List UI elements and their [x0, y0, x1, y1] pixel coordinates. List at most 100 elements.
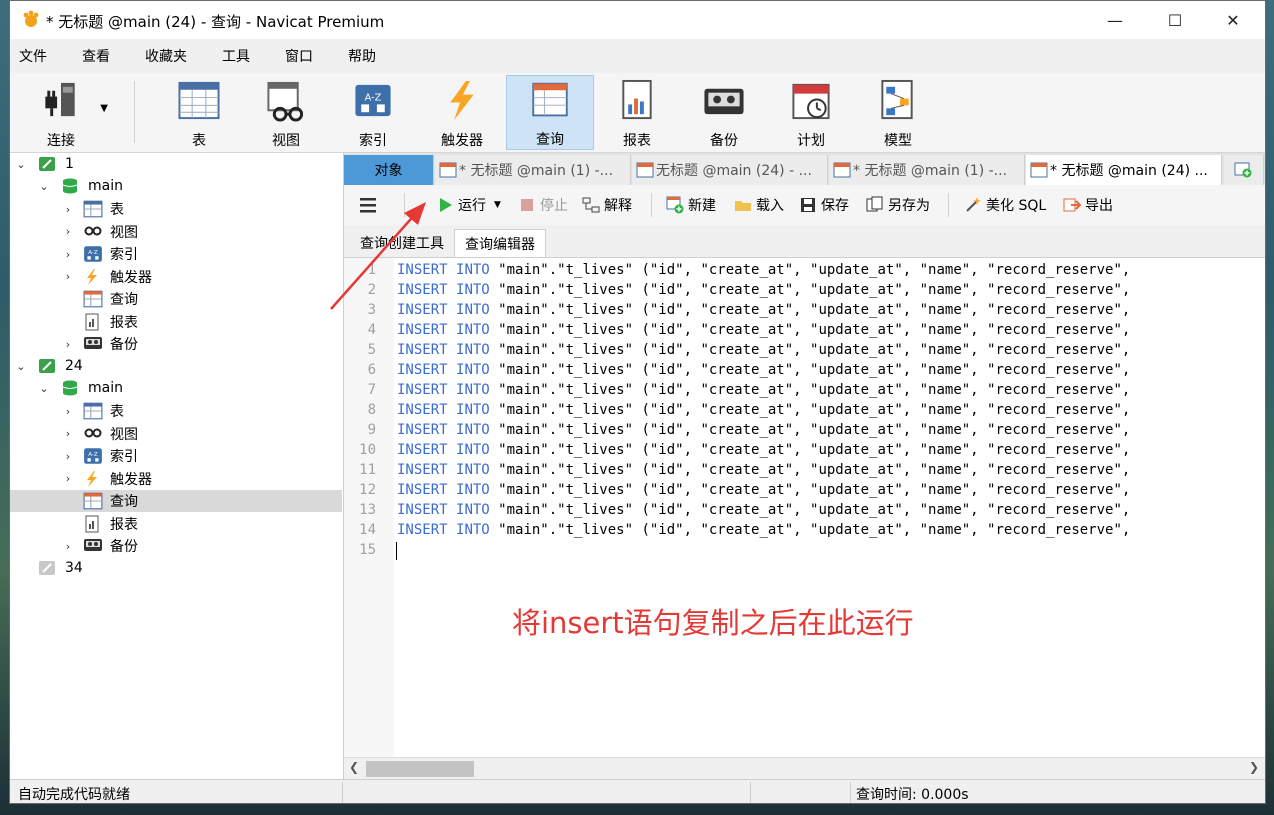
- connect-dropdown-icon[interactable]: ▼: [100, 103, 108, 114]
- tree-label: main: [88, 178, 123, 194]
- scroll-right-icon[interactable]: ❯: [1249, 760, 1259, 774]
- chevron-down-icon[interactable]: ⌄: [15, 158, 27, 171]
- hamburger-menu-icon[interactable]: [358, 194, 378, 216]
- chevron-right-icon[interactable]: ›: [62, 540, 74, 553]
- chevron-down-icon[interactable]: ⌄: [38, 180, 50, 193]
- tab-query-2[interactable]: 无标题 @main (24) - ...: [632, 155, 828, 185]
- connect-button[interactable]: 连接 ▼: [16, 75, 108, 150]
- code-line[interactable]: 2 INSERT INTO "main"."t_lives" ("id", "cr…: [344, 282, 1265, 302]
- code-line[interactable]: 7 INSERT INTO "main"."t_lives" ("id", "cr…: [344, 382, 1265, 402]
- sql-keyword: INTO: [456, 462, 490, 478]
- tree-item-triggers[interactable]: › 触发器: [10, 468, 342, 490]
- tree-item-views[interactable]: › 视图: [10, 423, 342, 445]
- chevron-right-icon[interactable]: ›: [62, 427, 74, 440]
- code-line[interactable]: 5 INSERT INTO "main"."t_lives" ("id", "cr…: [344, 342, 1265, 362]
- horizontal-scrollbar[interactable]: ❮ ❯: [344, 757, 1265, 780]
- index-button[interactable]: A-Z 索引: [330, 75, 416, 150]
- code-line[interactable]: 14 INSERT INTO "main"."t_lives" ("id", "c…: [344, 522, 1265, 542]
- tab-query-3[interactable]: * 无标题 @main (1) -...: [829, 155, 1025, 185]
- tree-database-main[interactable]: ⌄ main: [10, 175, 342, 197]
- tree-item-triggers[interactable]: › 触发器: [10, 266, 342, 288]
- tab-objects[interactable]: 对象: [344, 155, 434, 185]
- code-line[interactable]: 10 INSERT INTO "main"."t_lives" ("id", "c…: [344, 442, 1265, 462]
- tree-item-tables[interactable]: › 表: [10, 400, 342, 422]
- menu-file[interactable]: 文件: [10, 46, 47, 66]
- tree-item-queries[interactable]: 查询: [10, 490, 342, 512]
- view-button[interactable]: 视图: [243, 75, 329, 150]
- code-line[interactable]: 13 INSERT INTO "main"."t_lives" ("id", "c…: [344, 502, 1265, 522]
- status-bar: 自动完成代码就绪 查询时间: 0.000s: [10, 779, 1265, 803]
- tab-query-editor[interactable]: 查询编辑器: [454, 229, 546, 257]
- minimize-button[interactable]: —: [1087, 1, 1143, 39]
- tab-query-builder[interactable]: 查询创建工具: [350, 229, 454, 257]
- code-line[interactable]: 4 INSERT INTO "main"."t_lives" ("id", "cr…: [344, 322, 1265, 342]
- table-button[interactable]: 表: [156, 75, 242, 150]
- tree-database-main[interactable]: ⌄ main: [10, 377, 342, 399]
- code-line[interactable]: 3 INSERT INTO "main"."t_lives" ("id", "cr…: [344, 302, 1265, 322]
- run-button[interactable]: 运行 ▼: [436, 194, 501, 216]
- new-query-tab-button[interactable]: [1224, 155, 1264, 185]
- tree-item-queries[interactable]: 查询: [10, 288, 342, 310]
- query-button[interactable]: 查询: [506, 75, 594, 150]
- chevron-right-icon[interactable]: ›: [62, 225, 74, 238]
- scroll-left-icon[interactable]: ❮: [349, 760, 359, 774]
- tree-connection-1[interactable]: ⌄ 1: [10, 153, 342, 175]
- report-button[interactable]: 报表: [594, 75, 680, 150]
- menu-favorites[interactable]: 收藏夹: [136, 46, 187, 66]
- line-number: 3: [367, 302, 376, 318]
- chevron-down-icon[interactable]: ⌄: [38, 382, 50, 395]
- load-button[interactable]: 载入: [734, 194, 784, 216]
- menu-help[interactable]: 帮助: [339, 46, 376, 66]
- tab-label: 无标题 @main (24) - ...: [656, 163, 812, 179]
- menu-window[interactable]: 窗口: [276, 46, 313, 66]
- chevron-right-icon[interactable]: ›: [62, 472, 74, 485]
- model-button[interactable]: 模型: [855, 75, 941, 150]
- tree-item-reports[interactable]: 报表: [10, 513, 342, 535]
- code-line[interactable]: 6 INSERT INTO "main"."t_lives" ("id", "cr…: [344, 362, 1265, 382]
- stop-button[interactable]: 停止: [518, 194, 568, 216]
- schedule-button[interactable]: 计划: [768, 75, 854, 150]
- menu-view[interactable]: 查看: [73, 46, 110, 66]
- code-line[interactable]: 12 INSERT INTO "main"."t_lives" ("id", "c…: [344, 482, 1265, 502]
- maximize-button[interactable]: ☐: [1147, 1, 1203, 39]
- tab-query-active[interactable]: * 无标题 @main (24) ...: [1026, 155, 1222, 185]
- chevron-right-icon[interactable]: ›: [62, 338, 74, 351]
- save-icon: [801, 198, 815, 212]
- tab-query-1[interactable]: * 无标题 @main (1) -...: [435, 155, 631, 185]
- sql-editor[interactable]: 1 INSERT INTO "main"."t_lives" ("id", "cr…: [344, 258, 1265, 757]
- tree-connection-34[interactable]: 34: [10, 557, 342, 579]
- chevron-right-icon[interactable]: ›: [62, 450, 74, 463]
- chevron-right-icon[interactable]: ›: [62, 248, 74, 261]
- tree-item-reports[interactable]: 报表: [10, 311, 342, 333]
- code-line[interactable]: 9 INSERT INTO "main"."t_lives" ("id", "cr…: [344, 422, 1265, 442]
- code-line[interactable]: 15: [344, 542, 1265, 562]
- tree-item-indexes[interactable]: › A-Z 索引: [10, 243, 342, 265]
- menu-tools[interactable]: 工具: [213, 46, 250, 66]
- scrollbar-thumb[interactable]: [366, 761, 474, 777]
- close-button[interactable]: ✕: [1205, 1, 1261, 39]
- line-number: 8: [367, 402, 376, 418]
- new-button[interactable]: 新建: [666, 194, 716, 216]
- run-dropdown-icon[interactable]: ▼: [494, 200, 501, 210]
- tree-item-indexes[interactable]: › A-Z 索引: [10, 445, 342, 467]
- backup-button[interactable]: 备份: [681, 75, 767, 150]
- chevron-right-icon[interactable]: ›: [62, 270, 74, 283]
- trigger-button[interactable]: 触发器: [419, 75, 505, 150]
- code-line[interactable]: 1 INSERT INTO "main"."t_lives" ("id", "cr…: [344, 262, 1265, 282]
- export-label: 导出: [1085, 198, 1113, 214]
- chevron-right-icon[interactable]: ›: [62, 203, 74, 216]
- tree-item-views[interactable]: › 视图: [10, 221, 342, 243]
- export-button[interactable]: 导出: [1063, 194, 1113, 216]
- code-line[interactable]: 11 INSERT INTO "main"."t_lives" ("id", "c…: [344, 462, 1265, 482]
- explain-button[interactable]: 解释: [582, 194, 632, 216]
- tree-item-backups[interactable]: › 备份: [10, 333, 342, 355]
- save-as-button[interactable]: 另存为: [866, 194, 930, 216]
- tree-connection-24[interactable]: ⌄ 24: [10, 355, 342, 377]
- tree-item-backups[interactable]: › 备份: [10, 535, 342, 557]
- save-button[interactable]: 保存: [799, 194, 849, 216]
- code-line[interactable]: 8 INSERT INTO "main"."t_lives" ("id", "cr…: [344, 402, 1265, 422]
- chevron-right-icon[interactable]: ›: [62, 405, 74, 418]
- beautify-sql-button[interactable]: 美化 SQL: [964, 194, 1046, 216]
- chevron-down-icon[interactable]: ⌄: [15, 360, 27, 373]
- tree-item-tables[interactable]: › 表: [10, 198, 342, 220]
